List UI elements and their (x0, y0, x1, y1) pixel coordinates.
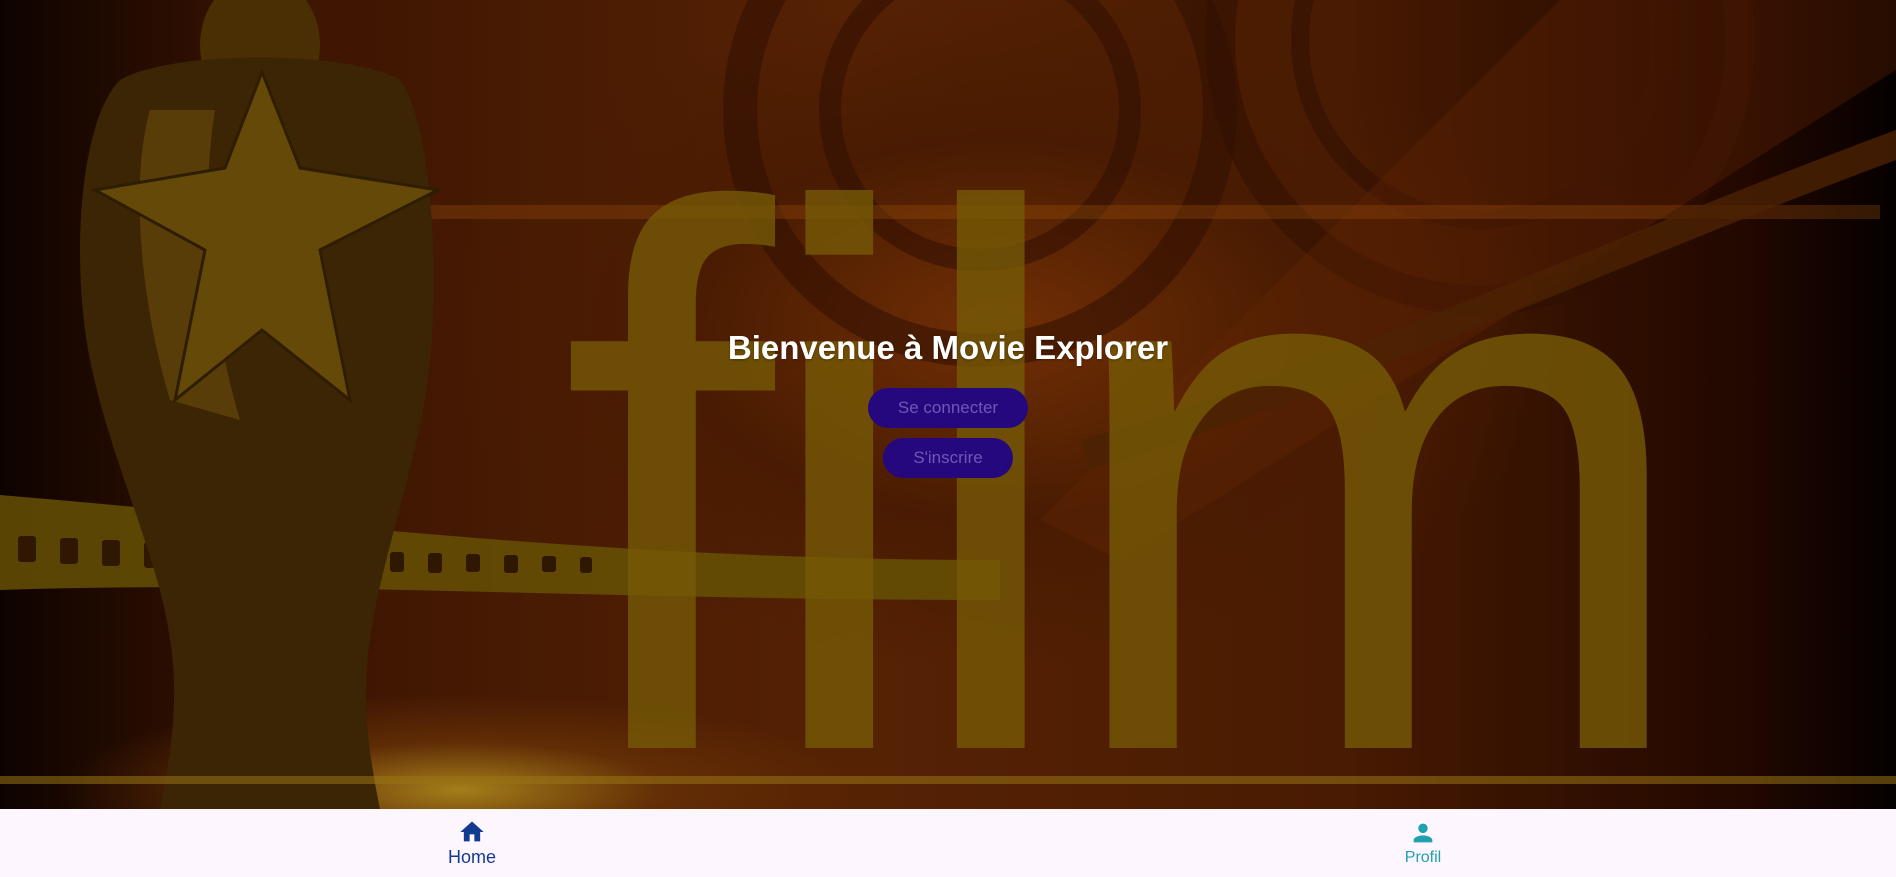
person-icon (1413, 823, 1433, 843)
nav-label-profil: Profil (1404, 849, 1442, 866)
nav-label-home: Home (447, 847, 496, 867)
login-button[interactable]: Se connecter (867, 388, 1029, 428)
signup-button[interactable]: S'inscrire (883, 438, 1013, 478)
nav-item-home[interactable]: Home (412, 809, 532, 877)
welcome-title: Bienvenue à Movie Explorer (727, 329, 1169, 366)
app-root: film Bienvenue à Movie Explorer Se conne… (0, 0, 1896, 877)
nav-item-profil[interactable]: Profil (1363, 809, 1483, 877)
bottom-navigation: Home Profil (0, 809, 1896, 877)
welcome-panel: Bienvenue à Movie Explorer Se connecter … (0, 320, 1896, 478)
home-icon (460, 821, 484, 842)
hero-section: film Bienvenue à Movie Explorer Se conne… (0, 0, 1896, 809)
